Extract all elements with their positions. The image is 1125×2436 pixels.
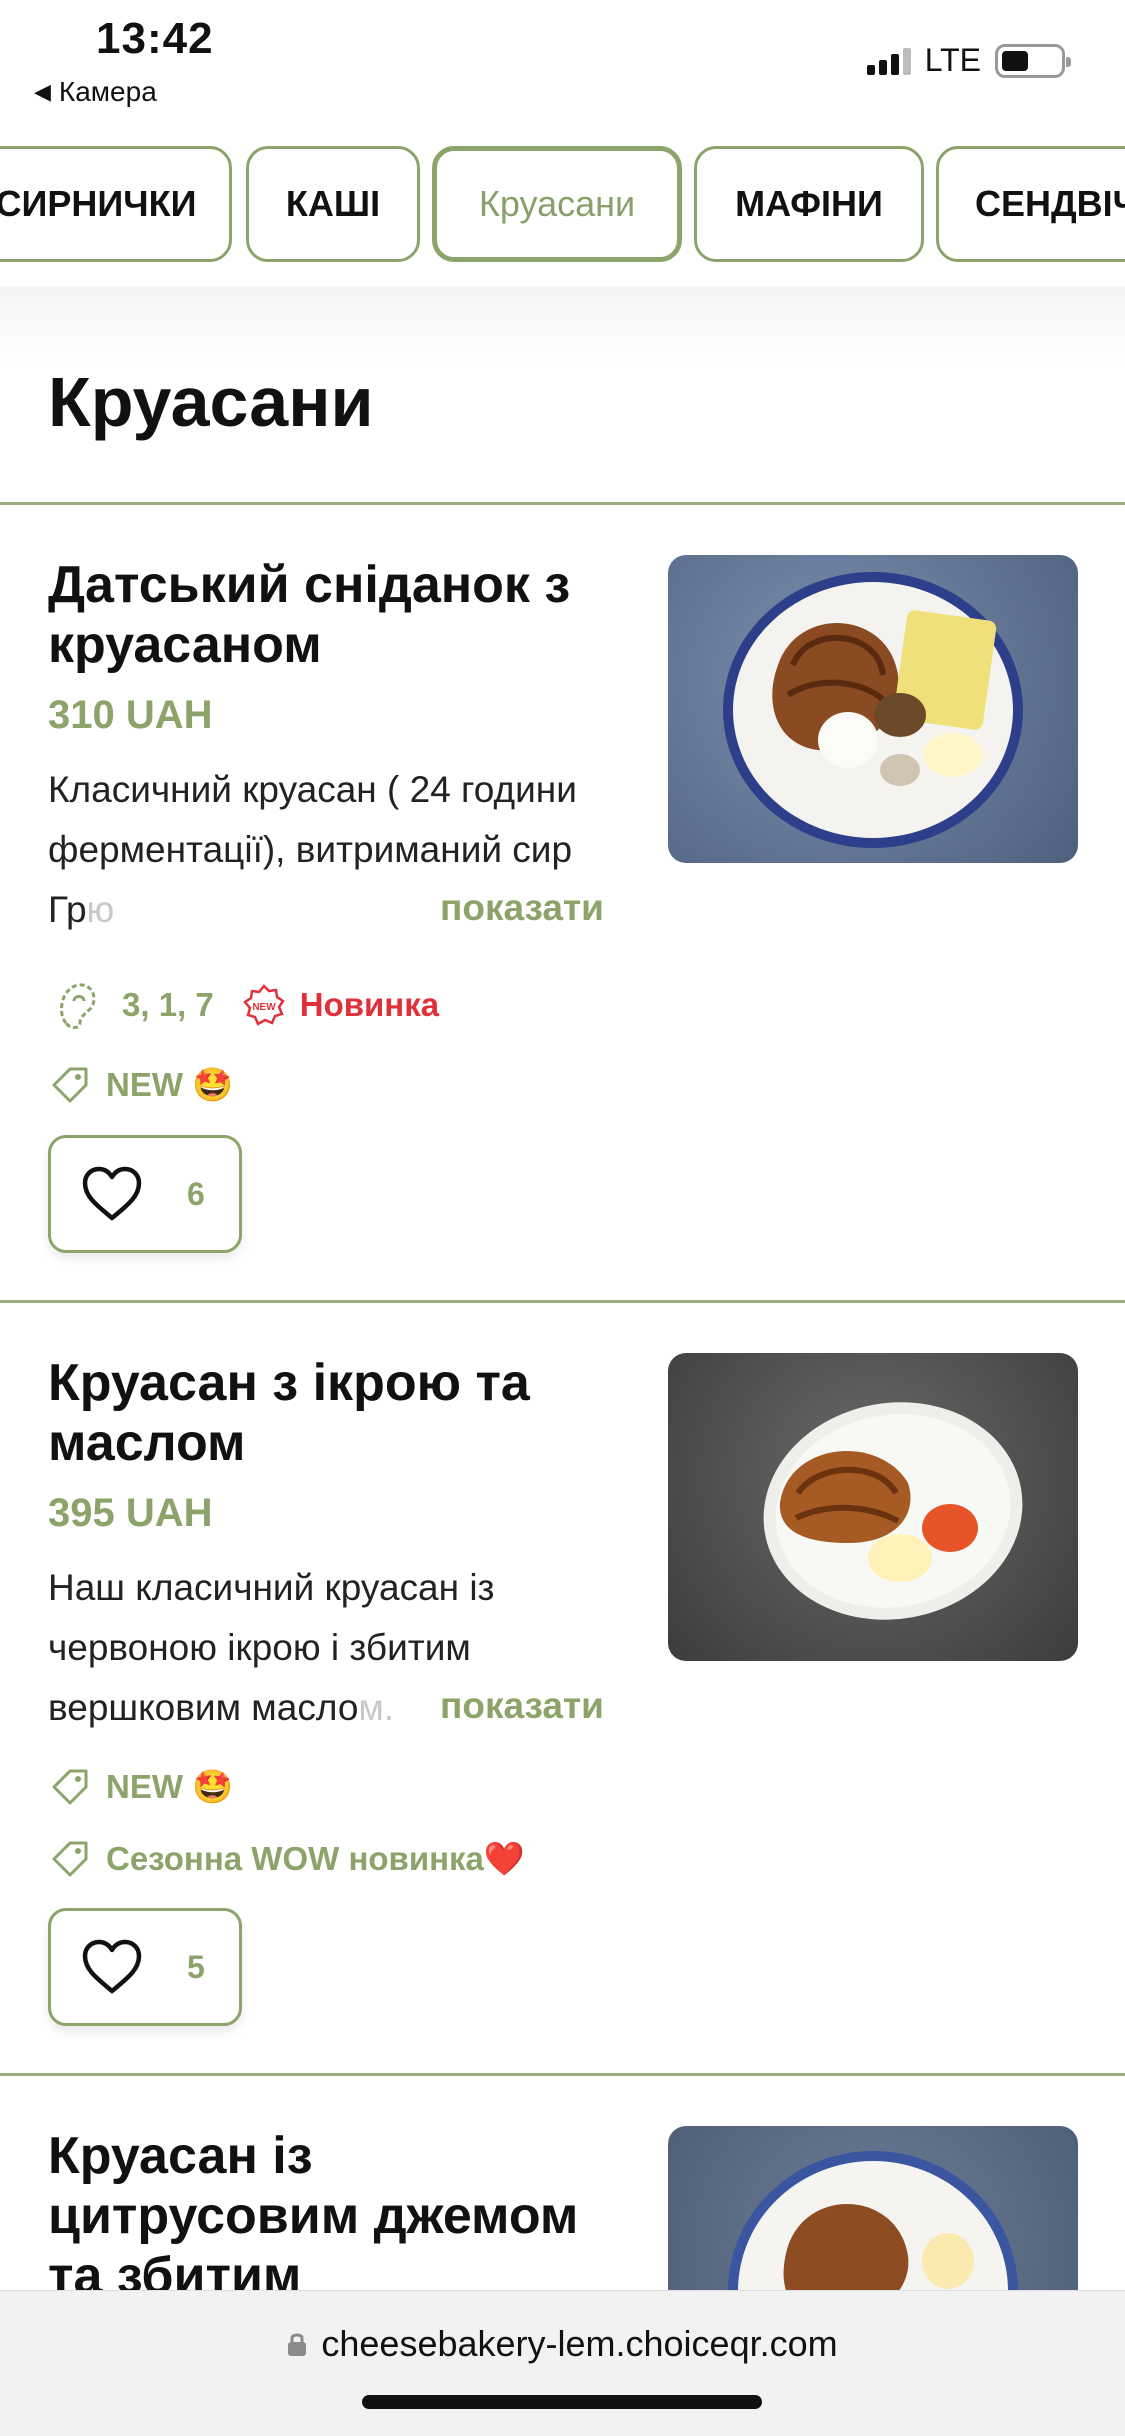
status-time: 13:42 (96, 14, 214, 63)
allergen-codes: 3, 1, 7 (122, 986, 214, 1023)
item-title: Круасан із цитрусовим джемом та збитим (48, 2127, 579, 2290)
tag-label: NEW 🤩 (106, 1065, 234, 1103)
back-app-label: Камера (58, 76, 157, 107)
browser-url-bar[interactable]: cheesebakery-lem.choiceqr.com (0, 2290, 1125, 2436)
like-button[interactable]: 5 (48, 1908, 242, 2026)
item-tag: Сезонна WOW новинка❤️ (48, 1837, 525, 1881)
tab-kashi[interactable]: КАШІ (246, 146, 420, 262)
item-tag: NEW 🤩 (48, 1765, 233, 1809)
category-tabs: СИРНИЧКИ КАШІ Круасани МАФІНИ СЕНДВІЧ (0, 142, 1125, 266)
item-price: 395 UAH (48, 1491, 213, 1535)
heart-icon (81, 1166, 143, 1222)
tag-label: Сезонна WOW новинка❤️ (106, 1839, 525, 1877)
heart-icon (81, 1939, 143, 1995)
croissant-jam-photo-icon (728, 2151, 1018, 2290)
like-button[interactable]: 6 (48, 1135, 242, 1253)
croissant-caviar-photo-icon (763, 1402, 1023, 1620)
home-indicator[interactable] (362, 2395, 762, 2409)
allergen-ear-icon (48, 975, 108, 1035)
tag-label: NEW 🤩 (106, 1767, 234, 1805)
tab-kruasany[interactable]: Круасани (432, 146, 682, 262)
network-type: LTE (924, 42, 981, 78)
back-to-camera-link[interactable]: ◀ Камера (34, 76, 157, 108)
item-tag: NEW 🤩 (48, 1063, 233, 1107)
status-bar: 13:42 ◀ Камера LTE (0, 0, 1125, 130)
show-more-link[interactable]: показати (440, 1685, 604, 1727)
item-badge: Новинка (299, 986, 440, 1023)
lock-icon (287, 2331, 307, 2357)
status-indicators: LTE (866, 42, 1071, 79)
item-photo[interactable] (668, 1353, 1078, 1661)
show-more-link[interactable]: показати (440, 887, 604, 929)
signal-strength-icon (866, 47, 911, 75)
new-badge-icon: NEW (242, 983, 286, 1027)
section-title: Круасани (48, 363, 374, 441)
menu-item-card[interactable]: Круасан із цитрусовим джемом та збитим (0, 2076, 1125, 2290)
item-title: Датський сніданок з круасаном (48, 556, 571, 674)
croissant-breakfast-photo-icon (723, 572, 1023, 848)
menu-item-card[interactable]: Датський сніданок з круасаном 310 UAH Кл… (0, 505, 1125, 1300)
url-display[interactable]: cheesebakery-lem.choiceqr.com (0, 2323, 1125, 2365)
item-photo[interactable] (668, 555, 1078, 863)
like-count: 6 (187, 1175, 205, 1212)
svg-text:NEW: NEW (252, 1002, 276, 1013)
tabs-shadow (0, 286, 1125, 366)
tag-icon (48, 1063, 92, 1107)
tag-icon (48, 1837, 92, 1881)
battery-icon (995, 43, 1071, 78)
tab-syrnychky[interactable]: СИРНИЧКИ (0, 146, 232, 262)
item-price: 310 UAH (48, 693, 213, 737)
like-count: 5 (187, 1948, 205, 1985)
url-text: cheesebakery-lem.choiceqr.com (321, 2323, 838, 2364)
tab-sendvich[interactable]: СЕНДВІЧ (936, 146, 1125, 262)
item-photo[interactable] (668, 2126, 1078, 2290)
item-title: Круасан з ікрою та маслом (48, 1354, 530, 1472)
tab-mafiny[interactable]: МАФІНИ (694, 146, 924, 262)
back-triangle-icon: ◀ (34, 79, 51, 104)
tag-icon (48, 1765, 92, 1809)
item-meta-row: 3, 1, 7 NEW Новинка (48, 975, 439, 1035)
menu-item-card[interactable]: Круасан з ікрою та маслом 395 UAH Наш кл… (0, 1303, 1125, 2073)
